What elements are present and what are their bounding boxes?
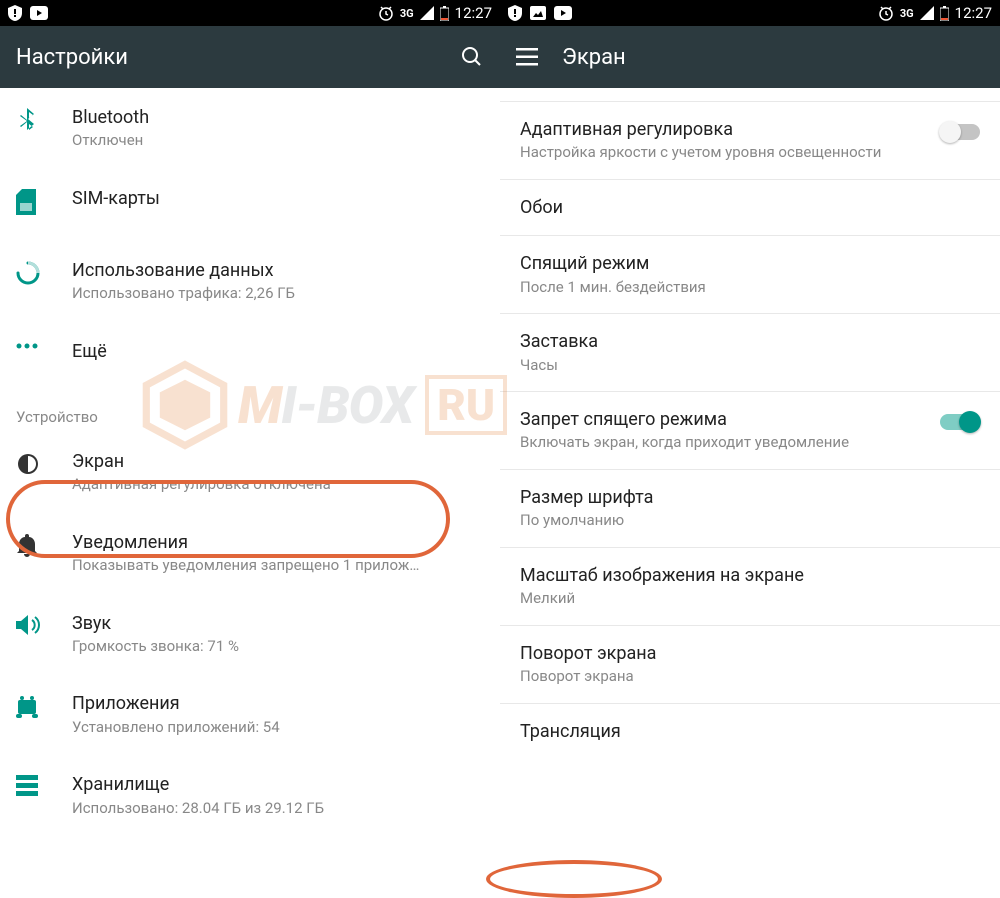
bell-icon — [16, 533, 38, 557]
app-bar: Настройки — [0, 26, 500, 88]
row-display-scale[interactable]: Масштаб изображения на экране Мелкий — [500, 548, 1000, 626]
item-sub: Установлено приложений: 54 — [72, 718, 484, 738]
row-title: Размер шрифта — [520, 486, 980, 509]
row-screensaver[interactable]: Заставка Часы — [500, 314, 1000, 392]
alarm-icon — [878, 5, 894, 21]
alert-icon — [508, 5, 522, 21]
item-title: Ещё — [72, 340, 484, 363]
switch-adaptive[interactable] — [940, 124, 980, 140]
youtube-icon — [554, 6, 572, 20]
sim-icon — [16, 189, 36, 215]
search-icon[interactable] — [460, 45, 484, 69]
row-title: Поворот экрана — [520, 642, 980, 665]
row-title: Заставка — [520, 330, 980, 353]
item-title: Хранилище — [72, 773, 484, 796]
page-title: Экран — [562, 45, 626, 70]
display-settings-list: Яркость Адаптивная регулировка Настройка… — [500, 88, 1000, 889]
display-icon — [16, 452, 40, 476]
item-sub: Показывать уведомления запрещено 1 прило… — [72, 556, 484, 576]
app-bar: Экран — [500, 26, 1000, 88]
alarm-icon — [378, 5, 394, 21]
status-bar: 3G 12:27 — [0, 0, 500, 26]
network-icon: 3G — [900, 7, 914, 20]
more-icon — [16, 342, 38, 350]
row-sub: Часы — [520, 356, 980, 376]
item-title: Bluetooth — [72, 106, 484, 129]
signal-icon — [420, 6, 434, 20]
row-title: Обои — [520, 196, 980, 219]
status-time: 12:27 — [455, 4, 492, 22]
item-sound[interactable]: Звук Громкость звонка: 71 % — [0, 594, 500, 675]
data-icon — [16, 261, 40, 285]
row-title: Адаптивная регулировка — [520, 118, 928, 141]
signal-icon — [920, 6, 934, 20]
row-sub: Поворот экрана — [520, 667, 980, 687]
item-title: Приложения — [72, 692, 484, 715]
storage-icon — [16, 775, 38, 797]
row-sub: Настройка яркости с учетом уровня освеще… — [520, 143, 928, 163]
row-sub: По умолчанию — [520, 511, 980, 531]
apps-icon — [16, 694, 38, 718]
row-sub: После 1 мин. бездействия — [520, 278, 980, 298]
row-sub: Мелкий — [520, 589, 980, 609]
item-storage[interactable]: Хранилище Использовано: 28.04 ГБ из 29.1… — [0, 755, 500, 836]
hamburger-icon[interactable] — [516, 48, 538, 66]
phone-display-settings: 3G 12:27 Экран Яркость Адаптивная регули… — [500, 0, 1000, 889]
item-more[interactable]: Ещё — [0, 322, 500, 394]
image-icon — [530, 6, 546, 20]
page-title: Настройки — [16, 45, 128, 70]
battery-icon — [940, 6, 949, 21]
sound-icon — [16, 614, 40, 636]
item-bluetooth[interactable]: Bluetooth Отключен — [0, 88, 500, 169]
bluetooth-icon — [16, 108, 38, 134]
item-title: Уведомления — [72, 531, 484, 554]
row-sleep[interactable]: Спящий режим После 1 мин. бездействия — [500, 236, 1000, 314]
row-prevent-sleep[interactable]: Запрет спящего режима Включать экран, ко… — [500, 392, 1000, 470]
item-sub: Отключен — [72, 131, 484, 151]
row-title: Запрет спящего режима — [520, 408, 928, 431]
status-time: 12:27 — [955, 4, 992, 22]
battery-icon — [440, 6, 449, 21]
row-sub: Включать экран, когда приходит уведомлен… — [520, 433, 928, 453]
network-icon: 3G — [400, 7, 414, 20]
item-sub: Использовано трафика: 2,26 ГБ — [72, 284, 484, 304]
item-title: Использование данных — [72, 259, 484, 282]
item-sub: Адаптивная регулировка отключена — [72, 475, 484, 495]
row-title: Масштаб изображения на экране — [520, 564, 980, 587]
row-cast[interactable]: Трансляция — [500, 704, 1000, 759]
row-brightness-partial[interactable]: Яркость — [500, 88, 1000, 102]
item-data-usage[interactable]: Использование данных Использовано трафик… — [0, 241, 500, 322]
row-adaptive[interactable]: Адаптивная регулировка Настройка яркости… — [500, 102, 1000, 180]
row-rotation[interactable]: Поворот экрана Поворот экрана — [500, 626, 1000, 704]
row-font-size[interactable]: Размер шрифта По умолчанию — [500, 470, 1000, 548]
item-title: Экран — [72, 450, 484, 473]
item-title: Звук — [72, 612, 484, 635]
phone-settings: 3G 12:27 Настройки Bluetooth Отключен SI… — [0, 0, 500, 889]
row-wallpaper[interactable]: Обои — [500, 180, 1000, 236]
item-title: SIM-карты — [72, 187, 484, 210]
settings-list: Bluetooth Отключен SIM-карты Использован… — [0, 88, 500, 889]
row-title: Трансляция — [520, 720, 980, 743]
row-title: Спящий режим — [520, 252, 980, 275]
item-sub: Громкость звонка: 71 % — [72, 637, 484, 657]
youtube-icon — [30, 6, 48, 20]
item-notifications[interactable]: Уведомления Показывать уведомления запре… — [0, 513, 500, 594]
switch-prevent-sleep[interactable] — [940, 414, 980, 430]
item-sim[interactable]: SIM-карты — [0, 169, 500, 241]
item-sub: Использовано: 28.04 ГБ из 29.12 ГБ — [72, 799, 484, 819]
status-bar: 3G 12:27 — [500, 0, 1000, 26]
item-screen[interactable]: Экран Адаптивная регулировка отключена — [0, 432, 500, 513]
section-device: Устройство — [0, 394, 500, 432]
item-apps[interactable]: Приложения Установлено приложений: 54 — [0, 674, 500, 755]
alert-icon — [8, 5, 22, 21]
